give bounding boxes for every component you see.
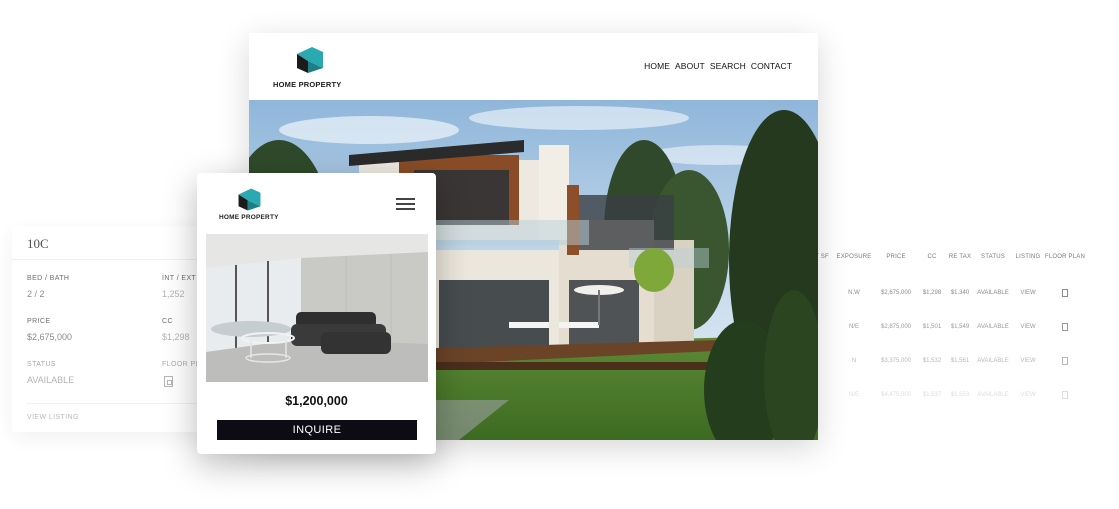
table-cell: AVAILABLE [977, 392, 1009, 398]
home-property-logo-icon[interactable] [294, 47, 326, 73]
view-link[interactable]: VIEW [1020, 290, 1035, 296]
nav-search[interactable]: SEARCH [710, 61, 746, 71]
table-cell: $1,340 [950, 290, 970, 296]
table-cell: $1,549 [950, 324, 970, 330]
brand-name: HOME PROPERTY [219, 214, 279, 221]
table-cell: N,W [848, 290, 860, 296]
price-label: PRICE [27, 318, 51, 325]
table-cell: N/E [848, 392, 860, 398]
col-header-listing: LISTING [1015, 254, 1041, 260]
nav-about[interactable]: ABOUT [675, 61, 705, 71]
view-link[interactable]: VIEW [1020, 324, 1035, 330]
table-cell: $1,532 [922, 358, 942, 364]
bed-bath-value: 2 / 2 [27, 289, 45, 299]
table-cell: AVAILABLE [977, 358, 1009, 364]
cc-value: $1,298 [162, 332, 190, 342]
brand-name: HOME PROPERTY [273, 80, 342, 89]
table-cell: $1,561 [950, 358, 970, 364]
listing-price: $1,200,000 [285, 394, 348, 408]
table-cell: $3,375,000 [880, 358, 912, 364]
table-cell: $1,298 [922, 290, 942, 296]
view-listing-link[interactable]: VIEW LISTING [27, 414, 79, 421]
table-cell: $2,875,000 [880, 324, 912, 330]
col-header-exposure: EXPOSURE [836, 254, 872, 260]
divider [27, 403, 218, 404]
view-link[interactable]: VIEW [1020, 392, 1035, 398]
mobile-site-mockup: HOME PROPERTY $1,200,000 INQUIRE [197, 173, 436, 454]
status-value: AVAILABLE [27, 375, 75, 385]
listings-table: T SF EXPOSURE PRICE CC RE TAX STATUS LIS… [815, 250, 1115, 410]
pdf-icon[interactable] [1062, 289, 1068, 297]
table-cell: N [851, 358, 857, 364]
table-cell: N/E [848, 324, 860, 330]
table-cell: $2,675,000 [880, 290, 912, 296]
table-cell: $1,537 [922, 392, 942, 398]
table-cell: AVAILABLE [977, 290, 1009, 296]
nav-contact[interactable]: CONTACT [751, 61, 792, 71]
site-header: HOME PROPERTY HOME ABOUT SEARCH CONTACT [249, 33, 818, 100]
pdf-icon[interactable] [1062, 391, 1068, 399]
view-link[interactable]: VIEW [1020, 358, 1035, 364]
col-header-price: PRICE [886, 254, 906, 260]
living-room-image [206, 234, 428, 382]
home-property-logo-icon[interactable] [236, 188, 263, 211]
status-label: STATUS [27, 361, 56, 368]
bed-bath-label: BED / BATH [27, 275, 70, 282]
unit-title: 10C [27, 236, 49, 251]
main-nav: HOME ABOUT SEARCH CONTACT [644, 61, 792, 71]
pdf-icon[interactable] [1062, 357, 1068, 365]
hamburger-menu-icon[interactable] [396, 198, 415, 210]
nav-home[interactable]: HOME [644, 61, 670, 71]
price-value: $2,675,000 [27, 332, 73, 342]
pdf-icon[interactable] [1062, 323, 1068, 331]
table-cell: $1,501 [922, 324, 942, 330]
col-header-re-tax: RE TAX [948, 254, 972, 260]
table-cell: $4,475,000 [880, 392, 912, 398]
inquire-button[interactable]: INQUIRE [217, 420, 417, 440]
table-cell: AVAILABLE [977, 324, 1009, 330]
col-header-cc: CC [927, 254, 937, 260]
col-header-status: STATUS [981, 254, 1005, 260]
cc-label: CC [162, 318, 173, 325]
int-ext-sf-value: 1,252 [162, 289, 185, 299]
pdf-icon[interactable] [164, 376, 173, 387]
col-header-floor-plan: FLOOR PLAN [1044, 254, 1086, 260]
table-cell: $1,553 [950, 392, 970, 398]
